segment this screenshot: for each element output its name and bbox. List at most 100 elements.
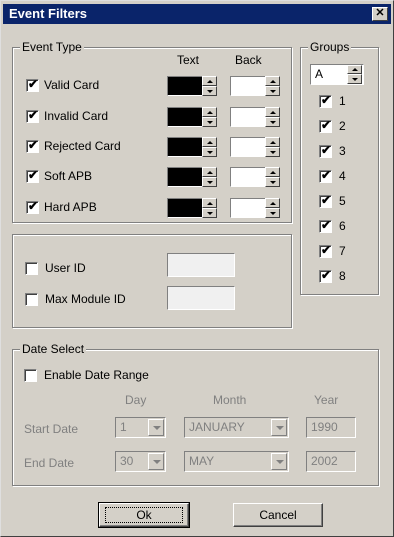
event-type-legend: Event Type	[20, 40, 84, 54]
hard-apb-back-color[interactable]	[230, 198, 266, 218]
max-module-id-input[interactable]	[167, 286, 235, 310]
rejected-card-back-color[interactable]	[230, 137, 266, 157]
group-spinner-arrows[interactable]	[347, 65, 362, 84]
start-year-value: 1990	[311, 420, 338, 434]
hard-apb-text-spinner[interactable]	[202, 198, 217, 218]
check-mark-icon: ✔	[321, 218, 332, 232]
group-3-checkbox[interactable]: ✔	[319, 143, 332, 158]
end-year-value: 2002	[311, 454, 338, 468]
cancel-button-label: Cancel	[259, 508, 297, 522]
group-7-checkbox[interactable]: ✔	[319, 243, 332, 258]
cancel-button[interactable]: Cancel	[233, 503, 323, 527]
end-day-select[interactable]: 30	[115, 451, 166, 472]
start-day-select[interactable]: 1	[115, 417, 166, 438]
max-module-id-checkbox[interactable]	[25, 293, 38, 306]
start-month-select[interactable]: JANUARY	[184, 417, 289, 438]
rejected-card-checkbox[interactable]: ✔	[26, 138, 39, 153]
group-4-checkbox[interactable]: ✔	[319, 168, 332, 183]
group-2-checkbox[interactable]: ✔	[319, 118, 332, 133]
window-title: Event Filters	[9, 6, 88, 21]
year-header: Year	[314, 393, 339, 407]
check-mark-icon: ✔	[321, 243, 332, 257]
group-2-label: 2	[339, 119, 346, 133]
text-column-header: Text	[177, 53, 200, 67]
group-1-label: 1	[339, 94, 346, 108]
group-8-checkbox[interactable]: ✔	[319, 268, 332, 283]
invalid-card-text-spinner[interactable]	[202, 107, 217, 127]
invalid-card-back-color[interactable]	[230, 107, 266, 127]
max-module-id-label: Max Module ID	[45, 292, 126, 306]
group-spinner[interactable]: A	[310, 64, 364, 85]
invalid-card-label: Invalid Card	[44, 109, 109, 123]
valid-card-label: Valid Card	[44, 78, 100, 92]
group-spinner-value: A	[315, 67, 324, 81]
user-id-checkbox[interactable]	[25, 262, 38, 275]
groups-legend: Groups	[308, 40, 352, 54]
check-mark-icon: ✔	[28, 199, 39, 213]
start-month-value: JANUARY	[189, 420, 245, 434]
rejected-card-text-spinner[interactable]	[202, 137, 217, 157]
start-date-label: Start Date	[24, 422, 79, 436]
hard-apb-label: Hard APB	[44, 200, 97, 214]
enable-date-range-checkbox[interactable]	[24, 369, 37, 382]
soft-apb-label: Soft APB	[44, 169, 93, 183]
invalid-card-text-color[interactable]	[167, 107, 203, 127]
soft-apb-back-color[interactable]	[230, 167, 266, 187]
valid-card-text-color[interactable]	[167, 76, 203, 96]
chevron-down-icon[interactable]	[271, 453, 287, 470]
group-5-checkbox[interactable]: ✔	[319, 193, 332, 208]
valid-card-back-color[interactable]	[230, 76, 266, 96]
event-filters-dialog: Event Filters ✕ Event Type Text Back ✔ V…	[0, 0, 394, 537]
group-6-checkbox[interactable]: ✔	[319, 218, 332, 233]
ok-button[interactable]: Ok	[98, 502, 190, 528]
group-7-label: 7	[339, 244, 346, 258]
invalid-card-checkbox[interactable]: ✔	[26, 108, 39, 123]
close-icon: ✕	[375, 7, 385, 19]
check-mark-icon: ✔	[321, 93, 332, 107]
start-year-input[interactable]: 1990	[306, 417, 356, 438]
hard-apb-back-spinner[interactable]	[265, 198, 280, 218]
soft-apb-back-spinner[interactable]	[265, 167, 280, 187]
title-bar[interactable]: Event Filters ✕	[3, 4, 391, 24]
group-1-checkbox[interactable]: ✔	[319, 93, 332, 108]
date-select-legend: Date Select	[20, 342, 87, 356]
chevron-down-icon[interactable]	[148, 419, 164, 436]
user-id-input[interactable]	[167, 253, 235, 277]
soft-apb-text-spinner[interactable]	[202, 167, 217, 187]
hard-apb-text-color[interactable]	[167, 198, 203, 218]
groups-group: Groups A ✔ 1 ✔ 2 ✔ 3 ✔ 4 ✔ 5 ✔ 6 ✔ 7 ✔ 8	[300, 40, 379, 295]
back-column-header: Back	[235, 53, 262, 67]
check-mark-icon: ✔	[321, 268, 332, 282]
start-day-value: 1	[120, 420, 127, 434]
end-day-value: 30	[120, 454, 134, 468]
chevron-down-icon[interactable]	[271, 419, 287, 436]
rejected-card-label: Rejected Card	[44, 139, 121, 153]
valid-card-back-spinner[interactable]	[265, 76, 280, 96]
group-8-label: 8	[339, 269, 346, 283]
group-5-label: 5	[339, 194, 346, 208]
rejected-card-back-spinner[interactable]	[265, 137, 280, 157]
date-select-group: Date Select Enable Date Range Day Month …	[12, 342, 379, 486]
check-mark-icon: ✔	[321, 143, 332, 157]
valid-card-text-spinner[interactable]	[202, 76, 217, 96]
check-mark-icon: ✔	[321, 118, 332, 132]
hard-apb-checkbox[interactable]: ✔	[26, 199, 39, 214]
chevron-down-icon[interactable]	[148, 453, 164, 470]
group-3-label: 3	[339, 144, 346, 158]
check-mark-icon: ✔	[28, 77, 39, 91]
end-year-input[interactable]: 2002	[306, 451, 356, 472]
check-mark-icon: ✔	[28, 138, 39, 152]
invalid-card-back-spinner[interactable]	[265, 107, 280, 127]
check-mark-icon: ✔	[28, 108, 39, 122]
enable-date-range-label: Enable Date Range	[44, 368, 149, 382]
close-button[interactable]: ✕	[372, 7, 388, 21]
valid-card-checkbox[interactable]: ✔	[26, 77, 39, 92]
check-mark-icon: ✔	[321, 193, 332, 207]
ids-group: User ID Max Module ID	[12, 234, 292, 328]
rejected-card-text-color[interactable]	[167, 137, 203, 157]
end-month-select[interactable]: MAY	[184, 451, 289, 472]
group-4-label: 4	[339, 169, 346, 183]
soft-apb-text-color[interactable]	[167, 167, 203, 187]
soft-apb-checkbox[interactable]: ✔	[26, 168, 39, 183]
end-date-label: End Date	[24, 456, 75, 470]
